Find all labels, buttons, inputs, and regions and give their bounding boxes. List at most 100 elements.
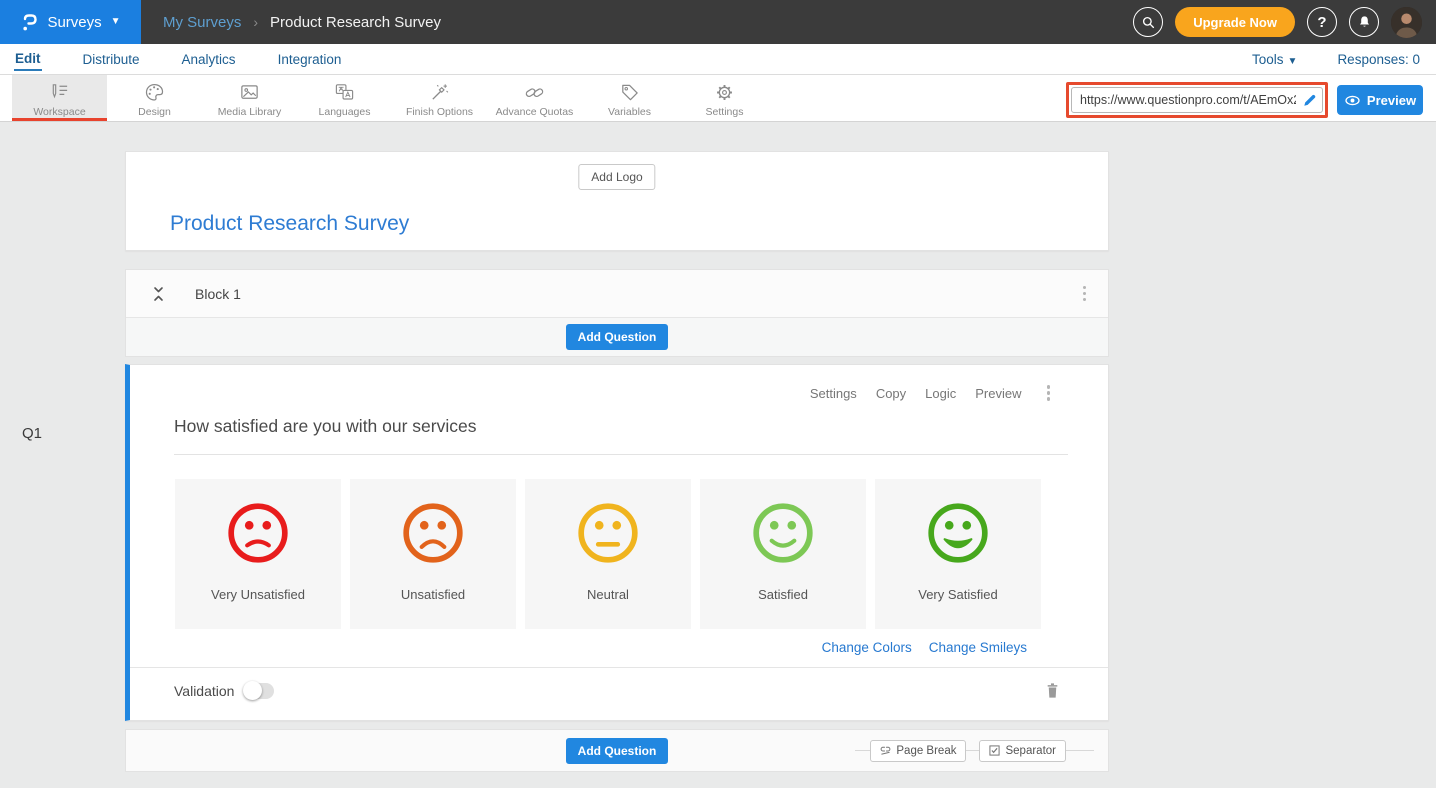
- change-smileys-link[interactable]: Change Smileys: [929, 640, 1027, 655]
- toolbar-item-settings[interactable]: Settings: [677, 75, 772, 121]
- product-switcher[interactable]: Surveys ▼: [0, 0, 141, 44]
- header-actions: Upgrade Now ?: [1133, 7, 1436, 38]
- tab-distribute[interactable]: Distribute: [82, 48, 141, 70]
- question-copy-link[interactable]: Copy: [876, 386, 906, 401]
- separator-button[interactable]: Separator: [979, 740, 1066, 762]
- editor-toolbar: Workspace Design Media LibraryLanguages Fin…: [0, 75, 1436, 122]
- product-switcher-label: Surveys: [47, 14, 101, 31]
- top-header: Surveys ▼ My Surveys › Product Research …: [0, 0, 1436, 44]
- block-menu-button[interactable]: [1077, 282, 1093, 306]
- smiley-very-unsatisfied-icon: [225, 500, 291, 629]
- toolbar-items: Workspace Design Media LibraryLanguages Fin…: [0, 75, 772, 121]
- chevron-down-icon: ▼: [111, 17, 121, 27]
- smiley-option-satisfied[interactable]: Satisfied: [700, 479, 866, 629]
- question-number-label: Q1: [22, 425, 42, 442]
- variables-icon: [619, 82, 640, 103]
- survey-url-highlight-box: [1066, 82, 1328, 118]
- tab-analytics[interactable]: Analytics: [181, 48, 237, 70]
- smiley-option-label: Very Unsatisfied: [175, 587, 341, 602]
- smiley-customize-links: Change Colors Change Smileys: [130, 640, 1108, 655]
- survey-main-nav: Edit Distribute Analytics Integration Tools…: [0, 44, 1436, 75]
- page-break-icon: [880, 745, 891, 756]
- toolbar-item-advance-quotas[interactable]: Advance Quotas: [487, 75, 582, 121]
- collapse-block-button[interactable]: [151, 286, 166, 302]
- search-icon: [1141, 15, 1156, 30]
- bell-icon: [1357, 14, 1372, 30]
- toolbar-item-media-library[interactable]: Media Library: [202, 75, 297, 121]
- design-icon: [144, 82, 165, 103]
- breadcrumb-separator-icon: ›: [253, 14, 258, 30]
- toolbar-item-workspace[interactable]: Workspace: [12, 75, 107, 121]
- search-button[interactable]: [1133, 7, 1163, 37]
- delete-question-button[interactable]: [1045, 682, 1060, 699]
- add-logo-button[interactable]: Add Logo: [578, 164, 655, 190]
- question-settings-link[interactable]: Settings: [810, 386, 857, 401]
- block-card: Block 1 Add Question: [125, 269, 1109, 357]
- chevron-down-icon: ▼: [1288, 56, 1298, 67]
- smiley-option-very-satisfied[interactable]: Very Satisfied: [875, 479, 1041, 629]
- languages-icon: [334, 82, 355, 103]
- smiley-satisfied-icon: [750, 500, 816, 629]
- smiley-very-satisfied-icon: [925, 500, 991, 629]
- tab-edit[interactable]: Edit: [14, 47, 42, 71]
- smiley-option-unsatisfied[interactable]: Unsatisfied: [350, 479, 516, 629]
- survey-title-card: Add Logo Product Research Survey: [125, 151, 1109, 251]
- validation-label: Validation: [174, 683, 234, 699]
- toolbar-item-label: Finish Options: [406, 106, 473, 118]
- pencil-icon: [1303, 93, 1317, 107]
- add-question-button-bottom[interactable]: Add Question: [566, 738, 669, 764]
- workspace-icon: [49, 82, 70, 103]
- smiley-option-label: Neutral: [525, 587, 691, 602]
- edit-url-button[interactable]: [1303, 93, 1317, 107]
- preview-button[interactable]: Preview: [1337, 85, 1423, 115]
- toolbar-item-design[interactable]: Design: [107, 75, 202, 121]
- collapse-vertical-icon: [151, 286, 166, 302]
- help-button[interactable]: ?: [1307, 7, 1337, 37]
- smiley-option-very-unsatisfied[interactable]: Very Unsatisfied: [175, 479, 341, 629]
- toolbar-item-label: Workspace: [33, 106, 85, 118]
- toolbar-right: Preview: [1066, 82, 1423, 118]
- toolbar-item-label: Design: [138, 106, 171, 118]
- toolbar-item-languages[interactable]: Languages: [297, 75, 392, 121]
- change-colors-link[interactable]: Change Colors: [822, 640, 912, 655]
- question-more-button[interactable]: [1041, 381, 1057, 405]
- toolbar-item-finish-options[interactable]: Finish Options: [392, 75, 487, 121]
- trash-icon: [1045, 682, 1060, 699]
- media-library-icon: [239, 82, 260, 103]
- toolbar-item-variables[interactable]: Variables: [582, 75, 677, 121]
- validation-toggle[interactable]: [244, 683, 274, 699]
- checkbox-checked-icon: [989, 745, 1000, 756]
- question-preview-link[interactable]: Preview: [975, 386, 1021, 401]
- person-icon: [1391, 7, 1422, 38]
- survey-workspace: Add Logo Product Research Survey Block 1…: [125, 151, 1109, 772]
- breadcrumb-my-surveys[interactable]: My Surveys: [163, 14, 241, 31]
- smiley-unsatisfied-icon: [400, 500, 466, 629]
- question-logic-link[interactable]: Logic: [925, 386, 956, 401]
- question-menu: Settings Copy Logic Preview: [130, 385, 1108, 401]
- add-question-row: Add Question: [126, 318, 1108, 356]
- nav-right: Tools▼ Responses: 0: [1252, 52, 1420, 67]
- eye-icon: [1344, 94, 1361, 107]
- notifications-button[interactable]: [1349, 7, 1379, 37]
- question-mark-icon: ?: [1317, 14, 1326, 31]
- survey-url-input[interactable]: [1071, 87, 1323, 113]
- block-header: Block 1: [126, 270, 1108, 318]
- toolbar-item-label: Variables: [608, 106, 651, 118]
- finish-options-icon: [429, 82, 450, 103]
- add-question-button[interactable]: Add Question: [566, 324, 669, 350]
- breadcrumb-current: Product Research Survey: [270, 14, 441, 31]
- block-title: Block 1: [195, 286, 241, 302]
- tools-menu[interactable]: Tools▼: [1252, 52, 1297, 67]
- advance-quotas-icon: [524, 82, 545, 103]
- smiley-option-neutral[interactable]: Neutral: [525, 479, 691, 629]
- tab-integration[interactable]: Integration: [277, 48, 343, 70]
- page-break-button[interactable]: Page Break: [870, 740, 966, 762]
- smiley-option-label: Satisfied: [700, 587, 866, 602]
- smiley-option-label: Unsatisfied: [350, 587, 516, 602]
- toolbar-item-label: Settings: [706, 106, 744, 118]
- question-text[interactable]: How satisfied are you with our services: [174, 414, 1068, 455]
- user-avatar[interactable]: [1391, 7, 1422, 38]
- breadcrumb: My Surveys › Product Research Survey: [163, 14, 441, 31]
- upgrade-now-button[interactable]: Upgrade Now: [1175, 7, 1295, 37]
- block-footer-row: Add Question Page Break Separator: [125, 729, 1109, 772]
